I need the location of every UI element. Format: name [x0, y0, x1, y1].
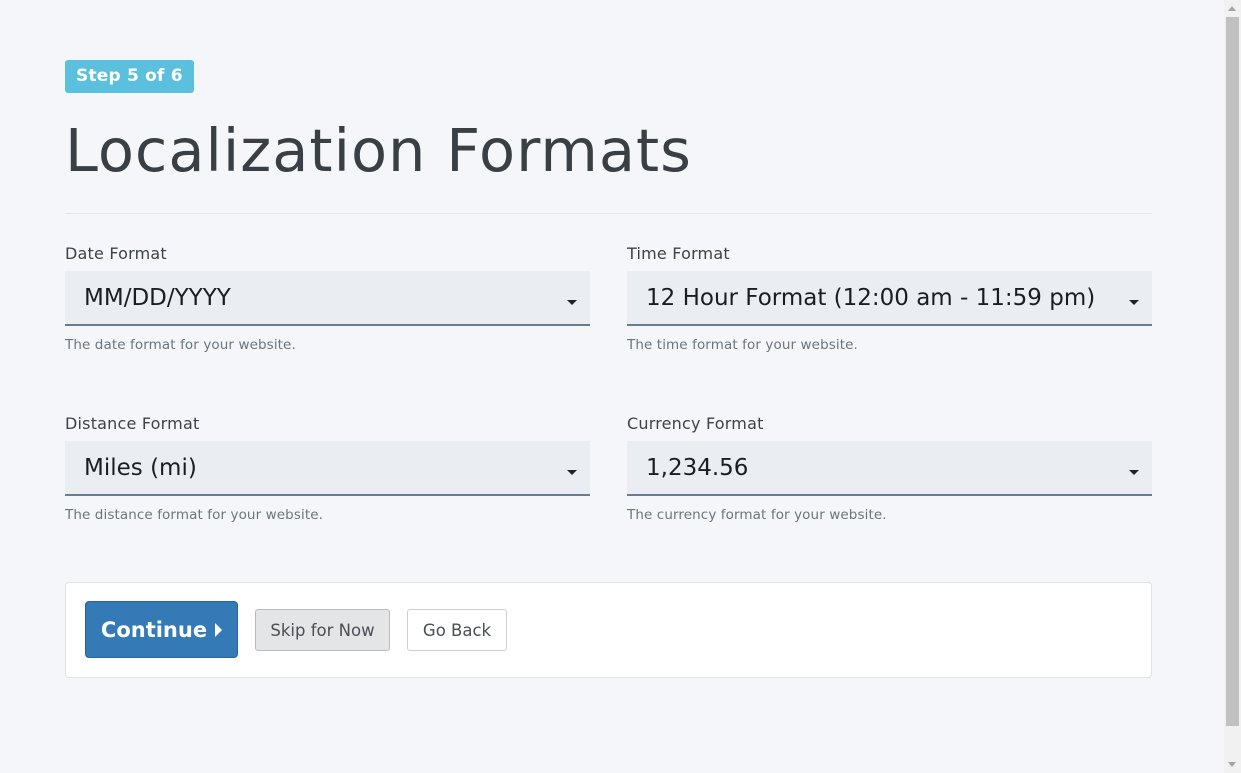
go-back-button[interactable]: Go Back [407, 609, 507, 651]
time-format-value: 12 Hour Format (12:00 am - 11:59 pm) [646, 285, 1096, 311]
continue-button-label: Continue [100, 617, 208, 642]
currency-format-select[interactable]: 1,234.56 [627, 441, 1152, 496]
step-badge: Step 5 of 6 [65, 60, 194, 93]
main-content: Step 5 of 6 Localization Formats Date Fo… [65, 60, 1152, 581]
scrollbar-thumb[interactable] [1226, 17, 1239, 726]
back-button-label: Go Back [422, 620, 492, 640]
caret-right-icon [215, 622, 223, 637]
date-format-field: Date Format MM/DD/YYYY The date format f… [65, 241, 590, 353]
date-format-value: MM/DD/YYYY [84, 285, 231, 311]
caret-down-icon [1129, 470, 1139, 475]
date-format-label: Date Format [65, 244, 167, 263]
distance-format-value: Miles (mi) [84, 455, 197, 481]
date-format-select[interactable]: MM/DD/YYYY [65, 271, 590, 326]
page-title: Localization Formats [65, 116, 692, 185]
time-format-select[interactable]: 12 Hour Format (12:00 am - 11:59 pm) [627, 271, 1152, 326]
page: Step 5 of 6 Localization Formats Date Fo… [0, 0, 1241, 773]
scroll-down-arrow-icon[interactable] [1228, 762, 1236, 767]
distance-format-label: Distance Format [65, 414, 200, 433]
caret-down-icon [1129, 300, 1139, 305]
currency-format-value: 1,234.56 [646, 455, 749, 481]
action-panel: Continue Skip for Now Go Back [65, 582, 1152, 678]
currency-format-help: The currency format for your website. [627, 507, 887, 523]
time-format-help: The time format for your website. [627, 337, 858, 353]
date-format-help: The date format for your website. [65, 337, 296, 353]
currency-format-field: Currency Format 1,234.56 The currency fo… [627, 411, 1152, 523]
currency-format-label: Currency Format [627, 414, 764, 433]
vertical-scrollbar[interactable] [1224, 0, 1241, 773]
scroll-up-arrow-icon[interactable] [1228, 6, 1236, 11]
skip-button-label: Skip for Now [270, 620, 375, 640]
time-format-label: Time Format [627, 244, 730, 263]
distance-format-help: The distance format for your website. [65, 507, 324, 523]
distance-format-select[interactable]: Miles (mi) [65, 441, 590, 496]
skip-for-now-button[interactable]: Skip for Now [255, 609, 390, 651]
time-format-field: Time Format 12 Hour Format (12:00 am - 1… [627, 241, 1152, 353]
format-fields: Date Format MM/DD/YYYY The date format f… [65, 241, 1152, 581]
distance-format-field: Distance Format Miles (mi) The distance … [65, 411, 590, 523]
caret-down-icon [567, 300, 577, 305]
continue-button[interactable]: Continue [85, 601, 238, 658]
caret-down-icon [567, 470, 577, 475]
divider [65, 213, 1152, 214]
